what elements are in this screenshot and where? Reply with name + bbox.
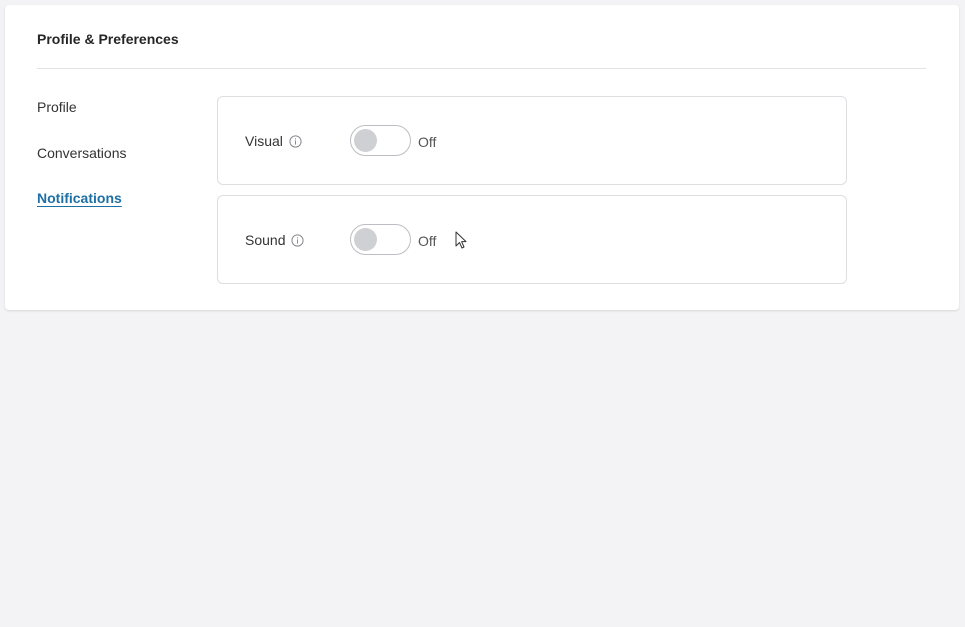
info-icon[interactable] bbox=[289, 134, 302, 148]
sound-setting-row: Sound Off bbox=[217, 195, 847, 284]
nav-item-conversations[interactable]: Conversations bbox=[37, 145, 127, 161]
nav-item-profile[interactable]: Profile bbox=[37, 99, 77, 115]
visual-label: Visual bbox=[245, 133, 283, 149]
sound-setting-label-group: Sound bbox=[245, 232, 305, 248]
sound-toggle-state: Off bbox=[418, 233, 437, 249]
visual-setting-label-group: Visual bbox=[245, 133, 302, 149]
preferences-card: Profile & Preferences Profile Conversati… bbox=[5, 5, 959, 310]
visual-toggle[interactable] bbox=[350, 125, 411, 156]
nav-item-notifications[interactable]: Notifications bbox=[37, 190, 122, 206]
toggle-knob bbox=[354, 129, 377, 152]
info-icon[interactable] bbox=[291, 233, 305, 247]
sound-toggle[interactable] bbox=[350, 224, 411, 255]
visual-toggle-state: Off bbox=[418, 134, 437, 150]
divider bbox=[37, 68, 926, 69]
page-title: Profile & Preferences bbox=[37, 31, 179, 47]
mouse-cursor-icon bbox=[455, 231, 467, 249]
toggle-knob bbox=[354, 228, 377, 251]
sound-label: Sound bbox=[245, 232, 286, 248]
visual-setting-row: Visual Off bbox=[217, 96, 847, 185]
